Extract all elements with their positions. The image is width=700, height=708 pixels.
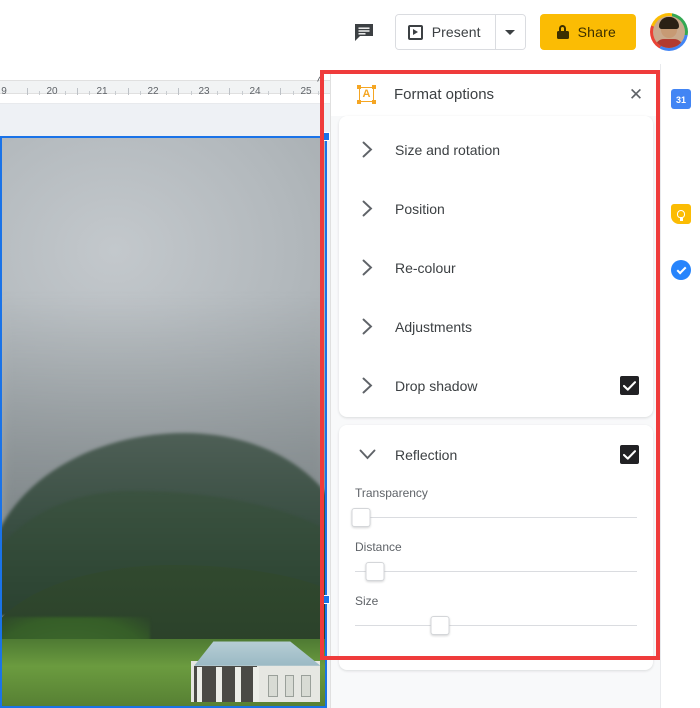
chevron-up-icon[interactable]: ^ bbox=[317, 74, 323, 89]
collapsed-sections-card: Size and rotation Position Re-colour Adj… bbox=[339, 116, 653, 417]
ruler-mark: 24 bbox=[249, 86, 261, 97]
section-label: Adjustments bbox=[395, 318, 473, 335]
section-adjustments[interactable]: Adjustments bbox=[339, 297, 653, 356]
size-slider[interactable] bbox=[355, 612, 637, 640]
reflection-card: Reflection Transparency Distance Size bbox=[339, 425, 653, 670]
ruler-mark: 22 bbox=[147, 86, 159, 97]
selection-handle-top-right[interactable] bbox=[321, 132, 330, 141]
slider-thumb[interactable] bbox=[351, 508, 371, 527]
chevron-right-icon bbox=[357, 141, 377, 158]
present-dropdown-button[interactable] bbox=[494, 15, 525, 49]
transparency-slider[interactable] bbox=[351, 504, 637, 532]
slider-group-size: Size bbox=[355, 594, 637, 640]
section-label: Size and rotation bbox=[395, 141, 501, 158]
share-button[interactable]: Share bbox=[539, 14, 636, 50]
check-glyph bbox=[676, 264, 686, 274]
reflection-sliders: Transparency Distance Size bbox=[339, 484, 653, 640]
side-panel-rail: 31 bbox=[660, 64, 700, 708]
format-options-panel: A Format options ✕ Size and rotation Pos… bbox=[330, 72, 661, 708]
chevron-down-icon bbox=[505, 29, 516, 35]
section-label: Drop shadow bbox=[395, 377, 478, 394]
lightbulb-glyph bbox=[677, 210, 685, 221]
section-position[interactable]: Position bbox=[339, 179, 653, 238]
calendar-icon[interactable]: 31 bbox=[671, 89, 691, 109]
ruler-mark: 20 bbox=[46, 86, 58, 97]
ruler-mark: 21 bbox=[96, 86, 108, 97]
avatar[interactable] bbox=[650, 13, 688, 51]
section-size-and-rotation[interactable]: Size and rotation bbox=[339, 120, 653, 179]
section-reflection[interactable]: Reflection bbox=[339, 425, 653, 484]
slide-canvas[interactable] bbox=[0, 104, 340, 708]
ruler-mark: 23 bbox=[198, 86, 210, 97]
section-label: Reflection bbox=[395, 446, 458, 463]
section-drop-shadow[interactable]: Drop shadow bbox=[339, 356, 653, 415]
lock-icon bbox=[556, 25, 569, 39]
chevron-down-icon bbox=[357, 449, 377, 460]
page-title: Format options bbox=[394, 85, 495, 103]
slider-track bbox=[355, 517, 637, 518]
section-label: Position bbox=[395, 200, 445, 217]
format-sections: Size and rotation Position Re-colour Adj… bbox=[331, 116, 661, 678]
comment-glyph bbox=[354, 23, 373, 41]
slider-group-distance: Distance bbox=[355, 540, 637, 586]
comment-icon[interactable] bbox=[347, 15, 381, 49]
slider-thumb[interactable] bbox=[365, 562, 385, 581]
share-label: Share bbox=[577, 24, 616, 40]
slider-track bbox=[355, 625, 637, 626]
chevron-right-icon bbox=[357, 200, 377, 217]
present-button[interactable]: Present bbox=[395, 15, 495, 49]
keep-icon[interactable] bbox=[671, 204, 691, 224]
image-format-icon: A bbox=[357, 84, 376, 104]
chevron-right-icon bbox=[357, 318, 377, 335]
section-re-colour[interactable]: Re-colour bbox=[339, 238, 653, 297]
format-options-header: A Format options ✕ bbox=[331, 72, 661, 116]
image-selection-border bbox=[0, 136, 327, 708]
play-icon bbox=[407, 24, 423, 40]
avatar-photo bbox=[653, 16, 685, 48]
chevron-right-icon bbox=[357, 259, 377, 276]
section-label: Re-colour bbox=[395, 259, 456, 276]
chevron-right-icon bbox=[357, 377, 377, 394]
app-root: Present Share 9 20 21 22 23 24 25 ^ A Fo… bbox=[0, 0, 700, 708]
ruler-mark: 25 bbox=[300, 86, 312, 97]
present-label: Present bbox=[431, 24, 481, 40]
top-toolbar: Present Share bbox=[0, 0, 700, 64]
reflection-checkbox[interactable] bbox=[620, 445, 639, 464]
tasks-icon[interactable] bbox=[671, 260, 691, 280]
calendar-badge: 31 bbox=[675, 95, 686, 105]
close-icon[interactable]: ✕ bbox=[621, 79, 651, 109]
selection-handle-middle-right[interactable] bbox=[321, 595, 330, 604]
drop-shadow-checkbox[interactable] bbox=[620, 376, 639, 395]
slider-label: Transparency bbox=[355, 486, 428, 500]
distance-slider[interactable] bbox=[355, 558, 637, 586]
slider-track bbox=[355, 571, 637, 572]
slider-label: Distance bbox=[355, 540, 402, 554]
slider-thumb[interactable] bbox=[430, 616, 450, 635]
slider-group-transparency: Transparency bbox=[351, 486, 637, 532]
present-button-group: Present bbox=[394, 14, 526, 50]
ruler-mark: 9 bbox=[1, 86, 7, 97]
slider-label: Size bbox=[355, 594, 379, 608]
